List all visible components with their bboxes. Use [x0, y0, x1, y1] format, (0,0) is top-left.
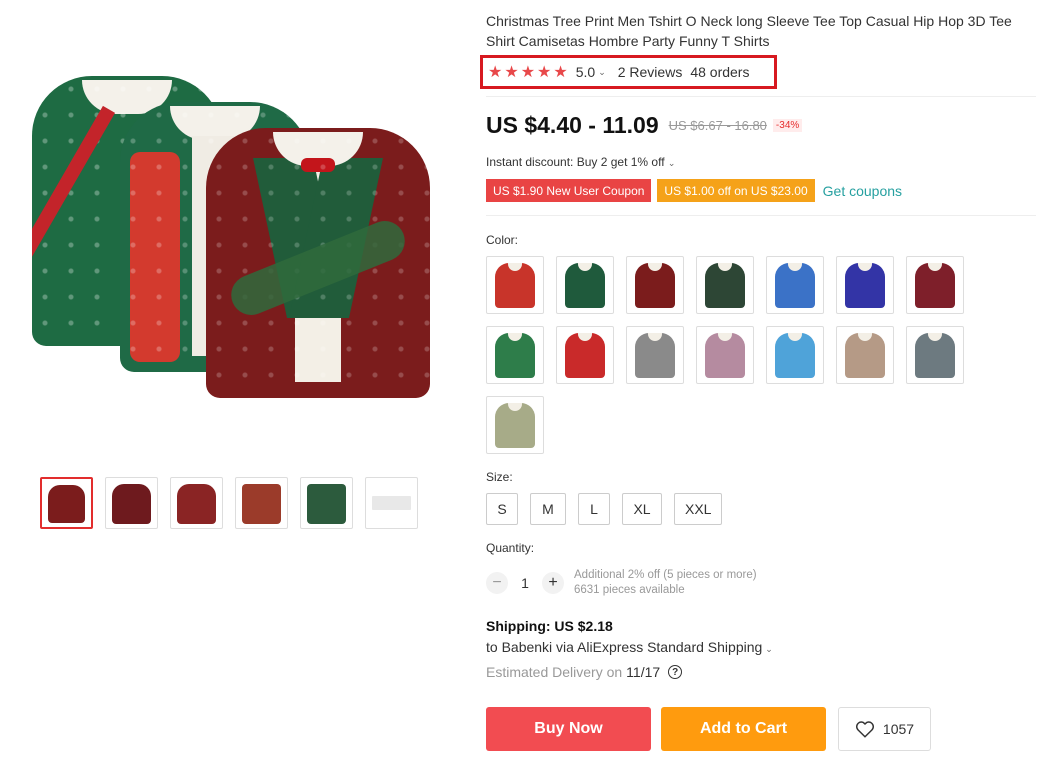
color-swatch[interactable] — [766, 256, 824, 314]
size-option-xxl[interactable]: XXL — [674, 493, 723, 525]
thumbnail-3[interactable] — [170, 477, 223, 529]
color-swatch[interactable] — [696, 326, 754, 384]
chevron-down-icon: ⌄ — [667, 158, 676, 168]
color-swatch[interactable] — [766, 326, 824, 384]
color-swatch[interactable] — [556, 326, 614, 384]
thumbnail-2[interactable] — [105, 477, 158, 529]
estimated-delivery: Estimated Delivery on 11/17 ? — [486, 664, 683, 680]
price-row: US $4.40 - 11.09 US $6.67 - 16.80 -34% — [486, 112, 803, 139]
original-price: US $6.67 - 16.80 — [668, 118, 767, 133]
color-swatch[interactable] — [906, 326, 964, 384]
color-swatch[interactable] — [626, 256, 684, 314]
estimated-delivery-date: 11/17 — [626, 664, 661, 680]
color-swatch[interactable] — [836, 326, 894, 384]
add-to-cart-button[interactable]: Add to Cart — [661, 707, 826, 751]
shipping-method-text: to Babenki via AliExpress Standard Shipp… — [486, 639, 763, 655]
chevron-down-icon[interactable]: ⌄ — [598, 67, 606, 78]
stock-available: 6631 pieces available — [574, 584, 685, 596]
color-swatches — [486, 256, 976, 454]
color-swatch[interactable] — [906, 256, 964, 314]
thumbnail-6[interactable] — [365, 477, 418, 529]
help-icon[interactable]: ? — [668, 665, 683, 679]
quantity-value[interactable]: 1 — [508, 575, 542, 591]
purchase-actions: Buy Now Add to Cart 1057 — [486, 707, 931, 751]
quantity-label: Quantity: — [486, 541, 535, 555]
thumbnail-5[interactable] — [300, 477, 353, 529]
new-user-coupon[interactable]: US $1.90 New User Coupon — [486, 179, 652, 202]
product-title: Christmas Tree Print Men Tshirt O Neck l… — [486, 13, 1012, 49]
size-options: S M L XL XXL — [486, 493, 723, 525]
size-option-l[interactable]: L — [578, 493, 610, 525]
heart-icon — [855, 721, 874, 738]
thumbnail-strip — [40, 477, 418, 529]
color-swatch[interactable] — [556, 256, 614, 314]
size-option-xl[interactable]: XL — [622, 493, 662, 525]
divider — [486, 215, 1036, 216]
thumbnail-4[interactable] — [235, 477, 288, 529]
increase-quantity-button[interactable]: + — [542, 572, 564, 594]
discount-badge: -34% — [772, 119, 803, 132]
store-coupon[interactable]: US $1.00 off on US $23.00 — [657, 179, 815, 202]
buy-now-button[interactable]: Buy Now — [486, 707, 651, 751]
color-swatch[interactable] — [486, 256, 544, 314]
size-label: Size: — [486, 470, 513, 484]
reviews-link[interactable]: 2 Reviews — [618, 64, 683, 80]
color-swatch[interactable] — [486, 326, 544, 384]
instant-discount[interactable]: Instant discount: Buy 2 get 1% off ⌄ — [486, 155, 675, 169]
wishlist-button[interactable]: 1057 — [838, 707, 931, 751]
color-swatch[interactable] — [486, 396, 544, 454]
rating-summary[interactable]: ★ ★ ★ ★ ★ 5.0 ⌄ 2 Reviews 48 orders — [480, 55, 777, 89]
current-price: US $4.40 - 11.09 — [486, 112, 659, 138]
color-swatch[interactable] — [626, 326, 684, 384]
wishlist-count: 1057 — [882, 721, 915, 737]
quantity-note: Additional 2% off (5 pieces or more) 663… — [574, 568, 757, 598]
divider — [486, 96, 1036, 97]
instant-discount-text: Instant discount: Buy 2 get 1% off — [486, 155, 665, 169]
color-swatch[interactable] — [836, 256, 894, 314]
decrease-quantity-button[interactable]: − — [486, 572, 508, 594]
shipping-cost: Shipping: US $2.18 — [486, 618, 613, 634]
color-swatch[interactable] — [696, 256, 754, 314]
burgundy-shirt-illustration — [206, 128, 430, 398]
get-coupons-link[interactable]: Get coupons — [823, 183, 902, 199]
color-label: Color: — [486, 233, 519, 247]
rating-value: 5.0 — [575, 64, 596, 80]
size-option-s[interactable]: S — [486, 493, 518, 525]
orders-count: 48 orders — [690, 64, 750, 80]
estimated-delivery-label: Estimated Delivery on — [486, 664, 623, 680]
chevron-down-icon: ⌄ — [765, 644, 773, 654]
size-option-m[interactable]: M — [530, 493, 566, 525]
thumbnail-1[interactable] — [40, 477, 93, 529]
quantity-stepper: − 1 + Additional 2% off (5 pieces or mor… — [486, 568, 757, 598]
shipping-method[interactable]: to Babenki via AliExpress Standard Shipp… — [486, 639, 773, 655]
main-product-image[interactable] — [20, 60, 440, 420]
bulk-discount-note: Additional 2% off (5 pieces or more) — [574, 569, 757, 581]
coupon-row: US $1.90 New User Coupon US $1.00 off on… — [486, 179, 902, 202]
star-rating-icon: ★ ★ ★ ★ ★ — [488, 64, 568, 81]
